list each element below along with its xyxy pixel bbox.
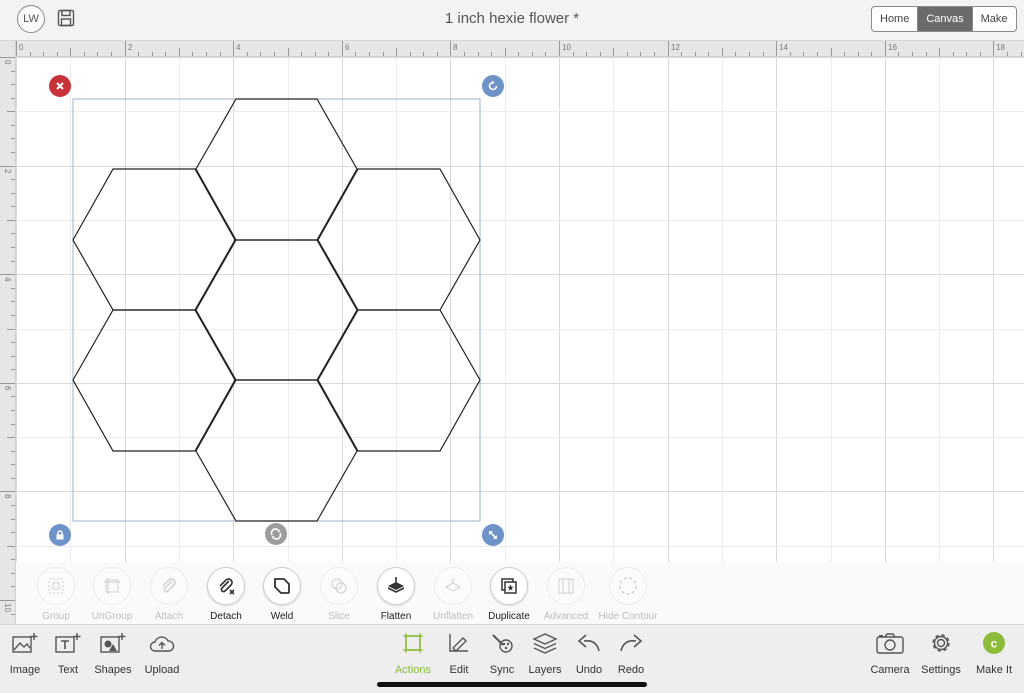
hexagon-lower-left[interactable] [72,309,236,452]
hide-contour-label: Hide Contour [598,611,658,622]
lock-icon [56,530,64,540]
attach-action[interactable]: Attach [137,567,201,622]
svg-text:c: c [991,637,998,651]
close-icon [56,82,64,90]
ungroup-icon [104,578,120,594]
actions-icon [403,633,423,653]
image-add-icon [12,633,38,653]
advanced-label: Advanced [543,611,589,622]
settings-tool[interactable]: Settings [911,631,971,676]
attach-label: Attach [154,611,184,622]
advanced-action[interactable]: Advanced [534,567,598,622]
slice-icon [331,578,347,594]
upload-cloud-icon [149,636,175,652]
weld-label: Weld [270,611,294,622]
hide-contour-action[interactable]: Hide Contour [596,567,660,622]
redo-tool[interactable]: Redo [601,631,661,676]
make-it-button[interactable]: c Make It [964,631,1024,676]
unflatten-icon [444,578,462,592]
make-it-icon: c [983,632,1005,654]
group-action[interactable]: Group [24,567,88,622]
rotate-icon [488,80,498,91]
hexagon-bottom[interactable] [195,379,358,522]
undo-icon [577,634,600,652]
design-layer [72,98,481,522]
lock-handle[interactable] [49,524,71,546]
detach-icon [219,578,235,595]
redo-label: Redo [617,664,645,676]
gear-icon [932,634,950,652]
unflatten-label: Unflatten [432,611,474,622]
redo-icon [620,634,643,652]
resize-handle[interactable] [482,524,504,546]
hexagon-top[interactable] [195,98,358,241]
duplicate-label: Duplicate [488,611,530,622]
delete-handle[interactable] [49,75,71,97]
ungroup-action[interactable]: UnGroup [80,567,144,622]
detach-action[interactable]: Detach [194,567,258,622]
weld-icon [274,578,290,594]
advanced-icon [558,578,574,594]
sync-icon [492,634,513,653]
paperclip-icon [162,578,176,593]
group-icon [48,578,64,594]
make-it-label: Make It [975,664,1013,676]
hexagon-lower-right[interactable] [317,309,481,452]
duplicate-icon [501,578,517,594]
edit-icon [449,634,468,652]
hexagon-upper-right[interactable] [317,168,481,311]
settings-label: Settings [921,664,961,676]
resize-arrows-icon [489,531,497,539]
rotate-handle[interactable] [482,75,504,97]
ungroup-label: UnGroup [91,611,133,622]
duplicate-action[interactable]: Duplicate [477,567,541,622]
upload-label: Upload [144,664,180,676]
home-indicator [377,682,647,687]
shapes-add-icon [100,633,126,653]
upload-tool[interactable]: Upload [132,631,192,676]
group-label: Group [42,611,70,622]
flip-handle[interactable] [265,523,287,545]
flatten-label: Flatten [380,611,412,622]
slice-action[interactable]: Slice [307,567,371,622]
hide-contour-icon [619,577,637,595]
ruler-label: 10 [3,603,12,612]
flatten-action[interactable]: Flatten [364,567,428,622]
text-add-icon [55,633,81,653]
detach-label: Detach [210,611,242,622]
hexagon-upper-left[interactable] [72,168,236,311]
layers-icon [532,633,558,654]
slice-label: Slice [328,611,350,622]
flatten-icon [387,577,405,593]
flip-rotate-icon [270,528,282,540]
camera-icon [876,633,904,654]
unflatten-action[interactable]: Unflatten [421,567,485,622]
hexagon-center[interactable] [195,239,358,381]
actions-bar: Group UnGroup Attach Detach Weld Slice F… [16,562,1024,624]
weld-action[interactable]: Weld [250,567,314,622]
